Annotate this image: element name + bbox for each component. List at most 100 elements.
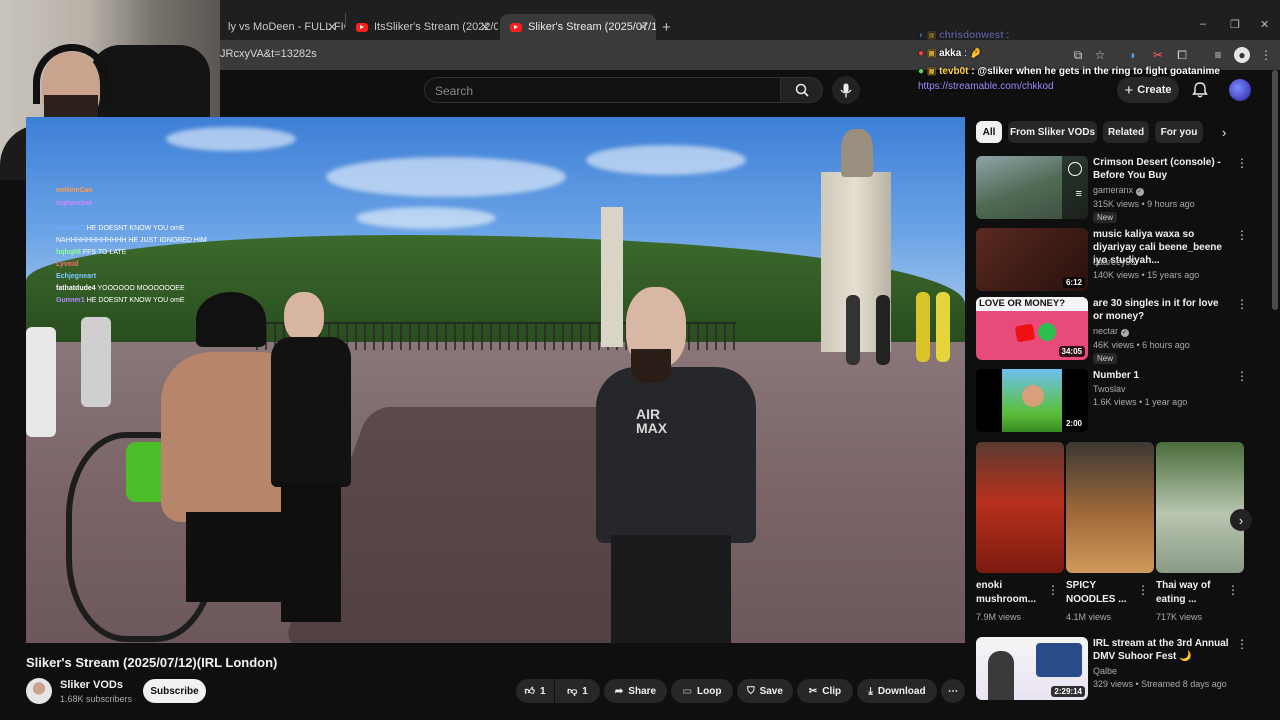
rec-title[interactable]: Number 1 (1093, 369, 1231, 382)
dislike-button[interactable]: 👎︎ 1 (555, 679, 600, 703)
short-title[interactable]: Thai way of eating ... (1156, 579, 1228, 607)
video-thumbnail[interactable]: 2:00 (976, 369, 1088, 432)
account-avatar[interactable] (1229, 79, 1251, 101)
browser-menu-icon[interactable]: ⋮ (1258, 47, 1274, 63)
save-label: Save (759, 685, 783, 697)
overlay-chat-line: enNineCan (56, 187, 93, 194)
short-thumbnail[interactable] (1156, 442, 1244, 573)
chat-message: : 🤌 (964, 48, 983, 59)
more-vert-icon[interactable]: ⋮ (1236, 369, 1248, 383)
subscribe-button[interactable]: Subscribe (143, 679, 206, 703)
clock-icon (1068, 162, 1082, 176)
more-vert-icon[interactable]: ⋮ (1047, 583, 1059, 597)
maximize-button[interactable]: ❐ (1230, 18, 1240, 31)
puzzle-icon[interactable]: ⧠ (1174, 47, 1190, 63)
video-thumbnail[interactable]: 2:29:14 (976, 637, 1088, 700)
like-button[interactable]: 👍︎ 1 (516, 679, 554, 703)
rec-title[interactable]: Crimson Desert (console) - Before You Bu… (1093, 156, 1231, 182)
rec-channel[interactable]: Twoslav (1093, 384, 1126, 394)
more-vert-icon[interactable]: ⋮ (1236, 637, 1248, 651)
media-icon[interactable]: ≡ (1210, 47, 1226, 63)
new-tab-button[interactable]: + (662, 14, 682, 40)
more-vert-icon[interactable]: ⋮ (1236, 297, 1248, 311)
chat-username: tevb0t (939, 66, 969, 77)
more-vert-icon[interactable]: ⋮ (1137, 583, 1149, 597)
more-vert-icon[interactable]: ⋮ (1227, 583, 1239, 597)
chip-for-you[interactable]: For you (1155, 121, 1203, 143)
short-thumbnail[interactable] (1066, 442, 1154, 573)
chat-link[interactable]: https://streamable.com/chkkod (918, 81, 1054, 92)
close-tab-icon[interactable]: ✕ (327, 20, 337, 34)
stream-chat-line: ● ▣ tevb0t : @sliker when he gets in the… (918, 66, 1220, 77)
more-vert-icon[interactable]: ⋮ (1236, 228, 1248, 242)
chat-message: : @sliker when he gets in the ring to fi… (971, 66, 1220, 77)
bookmark-star-icon[interactable]: ☆ (1092, 47, 1108, 63)
recommendation-item[interactable]: LOVE OR MONEY? 34:05 are 30 singles in i… (976, 297, 1256, 364)
youtube-favicon-icon (510, 22, 522, 32)
video-title: Sliker's Stream (2025/07/12)(IRL London) (26, 655, 278, 670)
shorts-next-button[interactable]: › (1230, 509, 1252, 531)
video-duration: 2:00 (1062, 418, 1085, 429)
close-tab-icon[interactable]: ✕ (480, 20, 490, 34)
install-icon[interactable]: ⧉ (1070, 47, 1086, 63)
loop-label: Loop (697, 685, 722, 697)
recommendation-item[interactable]: 6:12 music kaliya waxa so diyariyay cali… (976, 228, 1256, 291)
channel-avatar[interactable] (26, 678, 52, 704)
save-button[interactable]: ⛉ Save (737, 679, 793, 703)
search-button[interactable] (781, 77, 823, 103)
url-text[interactable]: JRcxyVA&t=13282s (220, 48, 317, 60)
notifications-button[interactable] (1190, 80, 1210, 100)
thumbnail-text: LOVE OR MONEY? (979, 298, 1066, 309)
video-thumbnail[interactable]: ≡ (976, 156, 1088, 219)
recommendation-item[interactable]: 2:00 Number 1 Twoslav 1.6K views • 1 yea… (976, 369, 1256, 432)
overlay-chat-line: kaptainbak (56, 200, 93, 207)
short-title[interactable]: SPICY NOODLES ... (1066, 579, 1138, 607)
rec-meta: 140K views • 15 years ago (1093, 270, 1200, 280)
create-button[interactable]: + Create (1117, 77, 1179, 103)
minimize-button[interactable]: – (1200, 18, 1206, 30)
rec-channel[interactable]: nectar ✓ (1093, 326, 1129, 337)
clip-button[interactable]: ✂ Clip (797, 679, 853, 703)
extension-icon[interactable]: ◗ (1125, 47, 1141, 63)
rec-meta: 315K views • 9 hours ago (1093, 199, 1195, 209)
short-title[interactable]: enoki mushroom... (976, 579, 1048, 607)
youtube-favicon-icon (356, 22, 368, 32)
chevron-right-icon[interactable]: › (1222, 125, 1226, 140)
close-tab-icon[interactable]: ✕ (638, 20, 648, 34)
rec-channel[interactable]: Qalbe (1093, 666, 1117, 676)
video-thumbnail[interactable]: 6:12 (976, 228, 1088, 291)
voice-search-button[interactable] (832, 76, 860, 104)
rec-channel[interactable]: gameranx ✓ (1093, 185, 1144, 196)
close-window-button[interactable]: ✕ (1260, 18, 1269, 31)
share-button[interactable]: ➦ Share (604, 679, 667, 703)
rec-meta: 329 views • Streamed 8 days ago (1093, 679, 1227, 689)
loop-icon: ▭ (682, 685, 692, 697)
search-input[interactable]: Search (424, 77, 781, 103)
overlay-chat-line: NAHHHHHHHHHHHH HE JUST IGNORED HIM (56, 237, 207, 244)
browser-tab-1[interactable]: ly vs MoDeen - FULL FIGHT ✕ (220, 14, 345, 40)
microphone-icon (840, 83, 852, 97)
recommendation-item[interactable]: 2:29:14 IRL stream at the 3rd Annual DMV… (976, 637, 1256, 703)
browser-tab-active[interactable]: Sliker's Stream (2025/07/12)(IRL ✕ (500, 14, 656, 40)
channel-name[interactable]: Sliker VODs (60, 679, 123, 691)
chip-all[interactable]: All (976, 121, 1002, 143)
chip-from-channel[interactable]: From Sliker VODs (1008, 121, 1097, 143)
short-thumbnail[interactable] (976, 442, 1064, 573)
chip-related[interactable]: Related (1103, 121, 1149, 143)
video-thumbnail[interactable]: LOVE OR MONEY? 34:05 (976, 297, 1088, 360)
rec-title[interactable]: are 30 singles in it for love or money? (1093, 297, 1231, 323)
more-vert-icon[interactable]: ⋮ (1236, 156, 1248, 170)
rec-title[interactable]: IRL stream at the 3rd Annual DMV Suhoor … (1093, 637, 1231, 663)
recommendation-item[interactable]: ≡ Crimson Desert (console) - Before You … (976, 156, 1256, 223)
video-player[interactable]: AIR MAX enNineCan kaptainbak Gunner1 HE … (26, 117, 965, 643)
more-actions-button[interactable]: ⋯ (941, 679, 965, 703)
extension-icon[interactable]: ✂ (1150, 47, 1166, 63)
overlay-chat-line: Gunner1 HE DOESNT KNOW YOU omE (56, 225, 185, 232)
subscriber-count: 1.68K subscribers (60, 694, 133, 704)
download-button[interactable]: ⤓ Download (857, 679, 937, 703)
loop-button[interactable]: ▭ Loop (671, 679, 733, 703)
profile-icon[interactable]: ● (1234, 47, 1250, 63)
page-scrollbar[interactable] (1272, 70, 1278, 310)
rec-channel[interactable]: qaareey55 (1093, 257, 1136, 267)
browser-tab-2[interactable]: ItsSliker's Stream (2022/09/14)( ✕ (346, 14, 498, 40)
